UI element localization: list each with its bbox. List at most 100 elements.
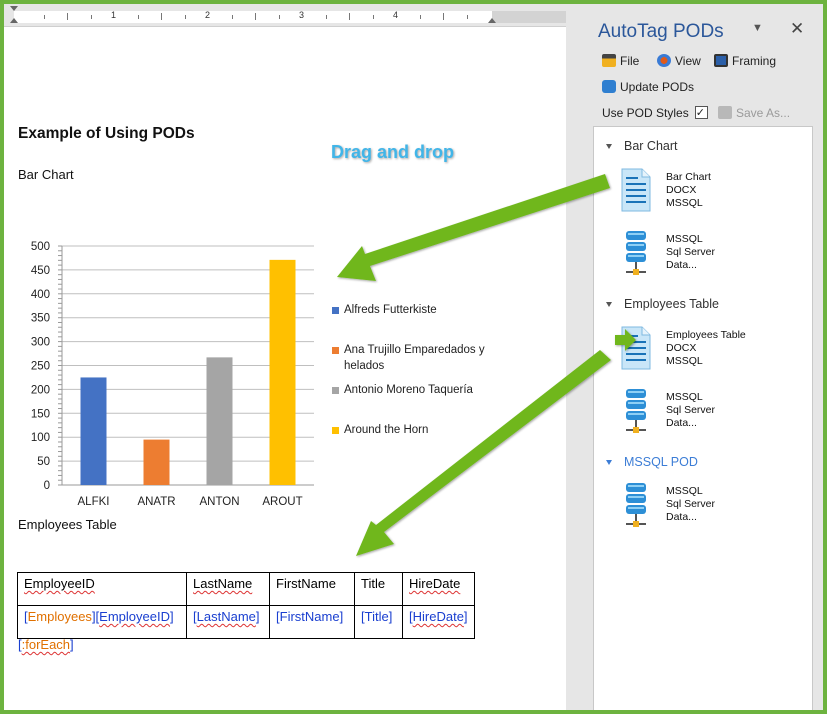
header-cell-lastname[interactable]: LastName	[186, 572, 270, 606]
expand-icon	[606, 302, 612, 307]
employees-table[interactable]: EmployeeID LastName FirstName Title Hire…	[17, 572, 475, 639]
y-tick-label: 0	[44, 480, 50, 492]
expand-icon	[606, 144, 612, 149]
legend-swatch	[332, 307, 339, 314]
cell-hiredate-tag[interactable]: [HireDate]	[402, 605, 475, 639]
ruler-tick	[443, 13, 444, 20]
cell-lastname-tag[interactable]: [LastName]	[186, 605, 270, 639]
ruler-strip: 1 2 3 4	[14, 10, 492, 23]
cell-employeeid-tag[interactable]: [Employees][EmployeeID]	[17, 605, 187, 639]
horizontal-ruler[interactable]: 1 2 3 4	[4, 4, 566, 27]
bar-arout	[269, 259, 296, 485]
window-frame: 1 2 3 4 Example of Using PODs Bar Chart Dra…	[4, 4, 823, 710]
ruler-tick	[278, 15, 280, 19]
y-tick-label: 150	[31, 408, 50, 420]
table-header-row: EmployeeID LastName FirstName Title Hire…	[17, 572, 475, 606]
y-tick-label: 50	[37, 456, 50, 468]
ruler-tick	[466, 15, 468, 19]
ruler-number: 4	[393, 10, 399, 20]
y-tick-label: 450	[31, 265, 50, 277]
y-tick-label: 350	[31, 313, 50, 325]
pod-item-bar-chart-data[interactable]: MSSQL Sql Server Data...	[618, 229, 798, 279]
autotag-pods-panel: AutoTag PODs ▼ ✕ File View Framing Updat…	[586, 4, 823, 710]
pod-item-bar-chart-docx[interactable]: Bar Chart DOCX MSSQL	[618, 167, 798, 217]
file-icon	[602, 54, 616, 67]
ruler-tick	[372, 15, 374, 19]
use-pod-styles-toggle[interactable]: Use POD Styles	[602, 104, 708, 122]
legend-label: Ana Trujillo Emparedados y helados	[344, 344, 485, 372]
bar-chart[interactable]: 500450400350300250200150100500ALFKI ANATR…	[4, 204, 334, 514]
x-tick-label: ALFKI	[78, 496, 110, 508]
cell-firstname-tag[interactable]: [FirstName]	[269, 605, 355, 639]
framing-button[interactable]: Framing	[714, 52, 776, 70]
bar-alfki	[80, 377, 107, 485]
header-cell-hiredate[interactable]: HireDate	[402, 572, 475, 606]
pod-item-employees-data[interactable]: MSSQL Sql Server Data...	[618, 387, 798, 437]
update-pods-button[interactable]: Update PODs	[602, 78, 694, 96]
ruler-tick	[231, 15, 233, 19]
pod-item-mssql-data[interactable]: MSSQL Sql Server Data...	[618, 481, 798, 531]
legend-label: Alfreds Futterkiste	[344, 304, 437, 316]
employeeid-tag: EmployeeID	[99, 609, 170, 624]
ruler-tick	[161, 13, 162, 20]
save-as-button[interactable]: Save As...	[718, 104, 790, 122]
bar-chart-heading: Bar Chart	[18, 167, 74, 182]
legend-label: Antonio Moreno Taquería	[344, 384, 473, 396]
use-pod-styles-checkbox[interactable]	[694, 104, 708, 122]
y-tick-label: 250	[31, 361, 50, 373]
framing-icon	[714, 54, 728, 67]
ruler-tick	[43, 15, 45, 19]
ruler-tick	[255, 13, 256, 20]
group-mssql-pod[interactable]: MSSQL POD	[606, 455, 698, 469]
legend-swatch	[332, 347, 339, 354]
employees-table-heading: Employees Table	[18, 517, 117, 532]
header-cell-employeeid[interactable]: EmployeeID	[17, 572, 187, 606]
page-gutter	[566, 27, 586, 710]
group-employees-table[interactable]: Employees Table	[606, 297, 719, 311]
header-cell-firstname[interactable]: FirstName	[269, 572, 355, 606]
ruler-tick	[67, 13, 68, 20]
left-indent-marker[interactable]	[10, 18, 18, 23]
database-icon	[626, 483, 646, 527]
ruler-tick	[419, 15, 421, 19]
y-tick-label: 400	[31, 289, 50, 301]
first-line-indent-marker[interactable]	[10, 6, 18, 11]
x-tick-label: AROUT	[262, 496, 302, 508]
x-tick-label: ANTON	[199, 496, 239, 508]
pod-item-employees-table-docx[interactable]: Employees Table DOCX MSSQL	[618, 325, 798, 375]
ruler-tick	[184, 15, 186, 19]
file-button[interactable]: File	[602, 52, 639, 70]
x-tick-label: ANATR	[137, 496, 175, 508]
bar-anton	[206, 357, 233, 485]
header-cell-title[interactable]: Title	[354, 572, 403, 606]
pod-tree[interactable]: Bar Chart Bar Chart DOCX MSSQL MSSQL Sql…	[593, 126, 813, 710]
right-indent-marker[interactable]	[488, 18, 496, 23]
end-foreach-tag[interactable]: [:forEach]	[18, 637, 74, 652]
legend-label: Around the Horn	[344, 424, 429, 436]
foreach-employees-tag: Employees	[27, 609, 92, 624]
bar-anatr	[143, 439, 170, 485]
ruler-tick	[90, 15, 92, 19]
y-tick-label: 500	[31, 241, 50, 253]
ruler-number: 1	[111, 10, 117, 20]
panel-options-chevron-icon[interactable]: ▼	[752, 22, 763, 34]
panel-close-icon[interactable]: ✕	[790, 19, 804, 39]
expand-icon	[606, 460, 612, 465]
view-button[interactable]: View	[657, 52, 701, 70]
ruler-number: 2	[205, 10, 211, 20]
ruler-right-margin	[492, 11, 566, 23]
refresh-icon	[602, 80, 616, 93]
y-tick-label: 200	[31, 384, 50, 396]
document-icon	[621, 168, 651, 212]
document-title: Example of Using PODs	[18, 125, 195, 142]
group-bar-chart[interactable]: Bar Chart	[606, 139, 678, 153]
table-row: [Employees][EmployeeID] [LastName] [Firs…	[17, 605, 475, 639]
drag-and-drop-callout: Drag and drop	[331, 142, 455, 162]
y-tick-label: 100	[31, 432, 50, 444]
ruler-number: 3	[299, 10, 305, 20]
legend-swatch	[332, 387, 339, 394]
document-icon	[621, 326, 651, 370]
legend-swatch	[332, 427, 339, 434]
view-icon	[657, 54, 671, 67]
cell-title-tag[interactable]: [Title]	[354, 605, 403, 639]
